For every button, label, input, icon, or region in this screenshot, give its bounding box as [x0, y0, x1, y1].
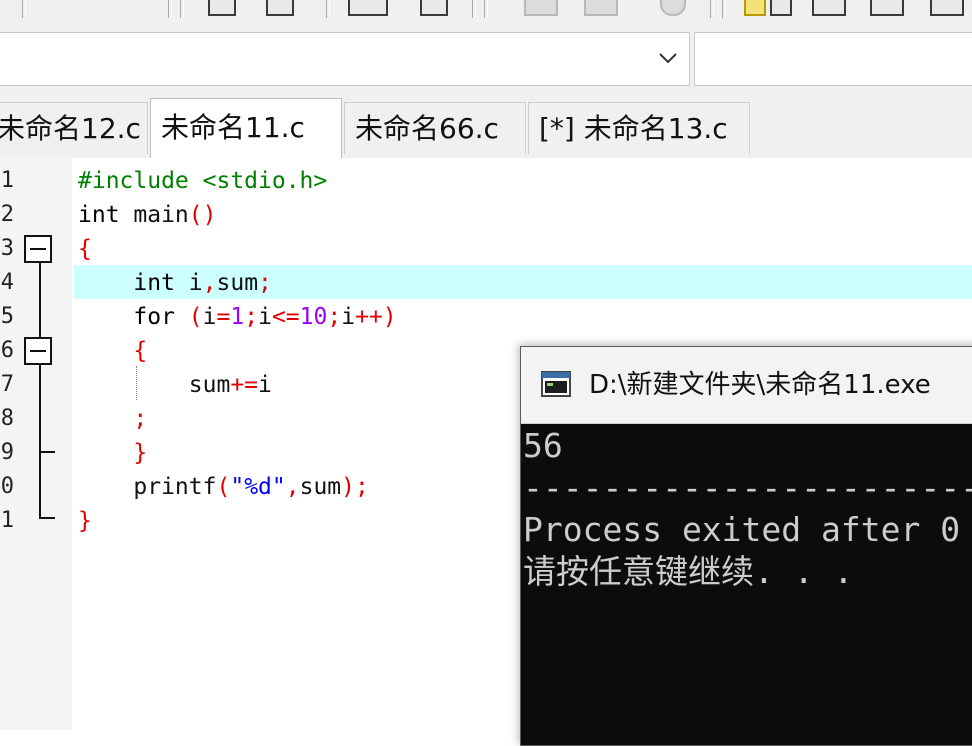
- toolbar-button-disabled-icon[interactable]: [584, 0, 618, 16]
- toolbar-separator: [484, 0, 488, 18]
- console-title: D:\新建文件夹\未命名11.exe: [589, 370, 931, 400]
- console-output[interactable]: 56--------------------------------Proces…: [523, 425, 972, 745]
- tab-file-13-modified[interactable]: [*] 未命名13.c: [528, 102, 750, 154]
- toolbar-button-icon[interactable]: [744, 0, 766, 16]
- line-number: 1: [0, 508, 14, 533]
- toolbar: [0, 0, 972, 27]
- code-line-5[interactable]: for (i=1;i<=10;i++): [78, 300, 396, 334]
- console-exit-message: Process exited after 0: [523, 510, 961, 549]
- tab-file-12[interactable]: 未命名12.c: [0, 102, 148, 154]
- code-line-7[interactable]: sum+=i: [78, 368, 272, 402]
- console-output-value: 56: [523, 426, 563, 465]
- fold-end-marker: [39, 451, 55, 453]
- console-title-bar[interactable]: D:\新建文件夹\未命名11.exe: [521, 347, 972, 424]
- toolbar-button-icon[interactable]: [348, 0, 388, 16]
- tab-file-11[interactable]: 未命名11.c: [150, 98, 342, 158]
- toolbar-button-icon[interactable]: [812, 0, 846, 16]
- code-line-8[interactable]: ;: [78, 402, 147, 436]
- console-prompt: 请按任意键继续. . .: [523, 552, 854, 591]
- console-app-icon: [541, 371, 571, 397]
- console-window[interactable]: D:\新建文件夹\未命名11.exe 56 -------------------…: [520, 346, 972, 746]
- toolbar-separator: [472, 0, 476, 18]
- fold-end-marker: [39, 517, 55, 519]
- line-number: 7: [0, 372, 14, 397]
- code-line-6[interactable]: {: [78, 334, 147, 368]
- line-number: 9: [0, 440, 14, 465]
- toolbar-separator: [722, 0, 726, 18]
- line-number-gutter: 1 2 3 4 5 6 7 8 9 0 1: [0, 158, 72, 730]
- toolbar-button-icon[interactable]: [420, 0, 448, 16]
- toolbar-button-icon[interactable]: [930, 0, 964, 16]
- toolbar-separator: [22, 0, 26, 18]
- toolbar-separator: [326, 0, 330, 18]
- code-line-9[interactable]: }: [78, 436, 147, 470]
- code-line-2[interactable]: int main(): [78, 198, 217, 232]
- fold-collapse-icon[interactable]: [24, 235, 52, 263]
- line-number: 2: [0, 202, 14, 227]
- editor-tab-bar: 未命名12.c 未命名11.c 未命名66.c [*] 未命名13.c: [0, 98, 972, 159]
- console-separator: --------------------------------: [523, 468, 972, 507]
- toolbar-button-disabled-icon[interactable]: [660, 0, 686, 16]
- toolbar-button-disabled-icon[interactable]: [524, 0, 558, 16]
- scope-bar: [0, 26, 972, 98]
- toolbar-button-icon[interactable]: [870, 0, 904, 16]
- scope-dropdown[interactable]: [0, 32, 690, 86]
- line-number: 3: [0, 236, 14, 261]
- line-number: 6: [0, 338, 14, 363]
- chevron-down-icon[interactable]: [657, 47, 679, 69]
- toolbar-button-icon[interactable]: [266, 0, 294, 16]
- function-dropdown[interactable]: [694, 32, 972, 86]
- fold-guide: [39, 262, 41, 518]
- line-number: 4: [0, 270, 14, 295]
- line-number: 8: [0, 406, 14, 431]
- toolbar-button-icon[interactable]: [208, 0, 236, 16]
- line-number: 1: [0, 168, 14, 193]
- toolbar-button-icon[interactable]: [770, 0, 792, 16]
- toolbar-separator: [180, 0, 184, 18]
- toolbar-separator: [168, 0, 172, 18]
- code-line-1[interactable]: #include <stdio.h>: [78, 164, 327, 198]
- code-line-10[interactable]: printf("%d",sum);: [78, 470, 368, 504]
- code-line-11[interactable]: }: [78, 504, 92, 538]
- toolbar-separator: [710, 0, 714, 18]
- line-number: 0: [0, 474, 14, 499]
- code-line-3[interactable]: {: [78, 232, 92, 266]
- tab-file-66[interactable]: 未命名66.c: [344, 102, 526, 154]
- line-number: 5: [0, 304, 14, 329]
- code-line-4[interactable]: int i,sum;: [78, 266, 272, 300]
- fold-collapse-icon[interactable]: [24, 337, 52, 365]
